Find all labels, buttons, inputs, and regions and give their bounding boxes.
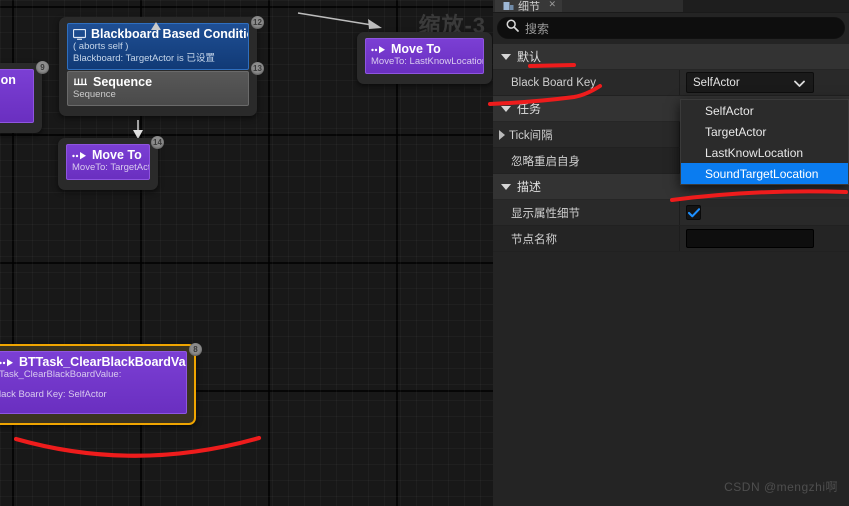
graph-node-line1: Task_ClearBlackBoardValue: — [0, 369, 122, 380]
chevron-down-icon — [501, 105, 511, 112]
chevron-down-icon — [501, 183, 511, 190]
tabbar-empty-area — [683, 0, 849, 12]
black-board-key-value: SelfActor — [693, 76, 740, 89]
tab-details-label: 细节 — [518, 1, 540, 13]
graph-node-index-badge: 14 — [151, 136, 164, 149]
graph-node-index-badge: 13 — [251, 62, 264, 75]
property-label: Tick间隔 — [509, 129, 553, 142]
monitor-icon — [73, 28, 86, 40]
connector-arrow-down — [133, 120, 143, 139]
property-label: 节点名称 — [493, 226, 680, 251]
property-row-show-property-details[interactable]: 显示属性细节 — [493, 200, 849, 226]
search-placeholder: 搜索 — [525, 21, 550, 36]
category-header-default[interactable]: 默认 — [493, 44, 849, 70]
graph-node-line2: lack Board Key: SelfActor — [0, 389, 107, 400]
node-name-input[interactable] — [686, 229, 814, 248]
property-row-node-name[interactable]: 节点名称 — [493, 226, 849, 252]
graph-node-subtitle: MoveTo: LastKnowLocation — [371, 56, 484, 67]
move-to-icon — [371, 45, 386, 54]
details-search-row: 搜索 — [493, 13, 849, 44]
dropdown-option-soundtargetlocation[interactable]: SoundTargetLocation — [681, 163, 848, 184]
close-icon[interactable]: ✕ — [548, 0, 556, 10]
search-icon — [506, 19, 519, 37]
category-label: 任务 — [517, 102, 542, 116]
graph-node-move-to-lastknown[interactable]: Move To MoveTo: LastKnowLocation — [357, 32, 492, 84]
dropdown-option-lastknowlocation[interactable]: LastKnowLocation — [681, 142, 848, 163]
check-icon — [687, 207, 700, 217]
chevron-down-icon — [501, 53, 511, 60]
graph-node-index-badge: 9 — [36, 61, 49, 74]
graph-composite-subtitle: Sequence — [73, 89, 116, 100]
behavior-tree-graph-canvas[interactable]: 缩放-3 ation 9 — [0, 0, 493, 506]
move-to-icon — [72, 151, 87, 160]
annotation-underline-bottom-node — [14, 435, 262, 458]
graph-node-index-badge: 12 — [251, 16, 264, 29]
graph-node-title: BTTask_ClearBlackBoardValue — [19, 355, 187, 369]
dropdown-option-selfactor[interactable]: SelfActor — [681, 100, 848, 121]
graph-node-title: Move To — [391, 42, 441, 56]
graph-node-title: Move To — [92, 148, 142, 162]
graph-decorator-line1: ( aborts self ) — [73, 41, 129, 52]
black-board-key-dropdown[interactable]: SelfActor — [686, 72, 814, 93]
tab-details[interactable]: 细节 ✕ — [495, 0, 562, 13]
chevron-right-icon[interactable] — [499, 129, 505, 140]
connector-arrow-top — [297, 12, 382, 29]
move-to-icon — [0, 358, 14, 367]
graph-composite-sequence[interactable]: Sequence Sequence — [67, 71, 249, 106]
property-row-black-board-key[interactable]: Black Board Key SelfActor — [493, 70, 849, 96]
details-tabbar: 细节 ✕ — [493, 0, 849, 13]
graph-node-subtitle: MoveTo: TargetActor — [72, 162, 149, 173]
details-tab-icon — [503, 1, 514, 10]
graph-node-index-badge: 8 — [189, 343, 202, 356]
search-input[interactable]: 搜索 — [497, 17, 845, 39]
graph-node-title: ation — [0, 73, 16, 87]
screenshot-root: 缩放-3 ation 9 — [0, 0, 849, 506]
graph-node-left-partial[interactable]: ation 9 — [0, 61, 49, 133]
graph-decorator-line2: Blackboard: TargetActor is 已设置 — [73, 53, 215, 64]
category-label: 描述 — [517, 180, 542, 194]
black-board-key-dropdown-list[interactable]: SelfActor TargetActor LastKnowLocation S… — [680, 99, 849, 185]
chevron-down-icon — [794, 79, 805, 91]
graph-node-sequence[interactable]: Blackboard Based Condition ( aborts self… — [59, 16, 264, 116]
show-property-details-checkbox[interactable] — [686, 205, 701, 220]
dropdown-option-targetactor[interactable]: TargetActor — [681, 121, 848, 142]
watermark: CSDN @mengzhi啊 — [724, 480, 838, 494]
node-input-pin-up[interactable] — [149, 21, 163, 33]
graph-node-bttask-clear-blackboard-value[interactable]: BTTask_ClearBlackBoardValue Task_ClearBl… — [0, 343, 202, 425]
graph-node-move-to-target[interactable]: Move To MoveTo: TargetActor 14 — [58, 136, 164, 190]
graph-decorator-title: Blackboard Based Condition — [91, 27, 249, 41]
property-label: 显示属性细节 — [493, 200, 680, 225]
graph-composite-title: Sequence — [93, 75, 153, 89]
sequence-icon — [73, 77, 88, 88]
property-label: 忽略重启自身 — [493, 148, 680, 173]
details-panel: 细节 ✕ 搜索 默认 Black Board Key SelfActor 任务 … — [493, 0, 849, 506]
category-label: 默认 — [517, 50, 542, 64]
property-label: Black Board Key — [493, 70, 680, 95]
